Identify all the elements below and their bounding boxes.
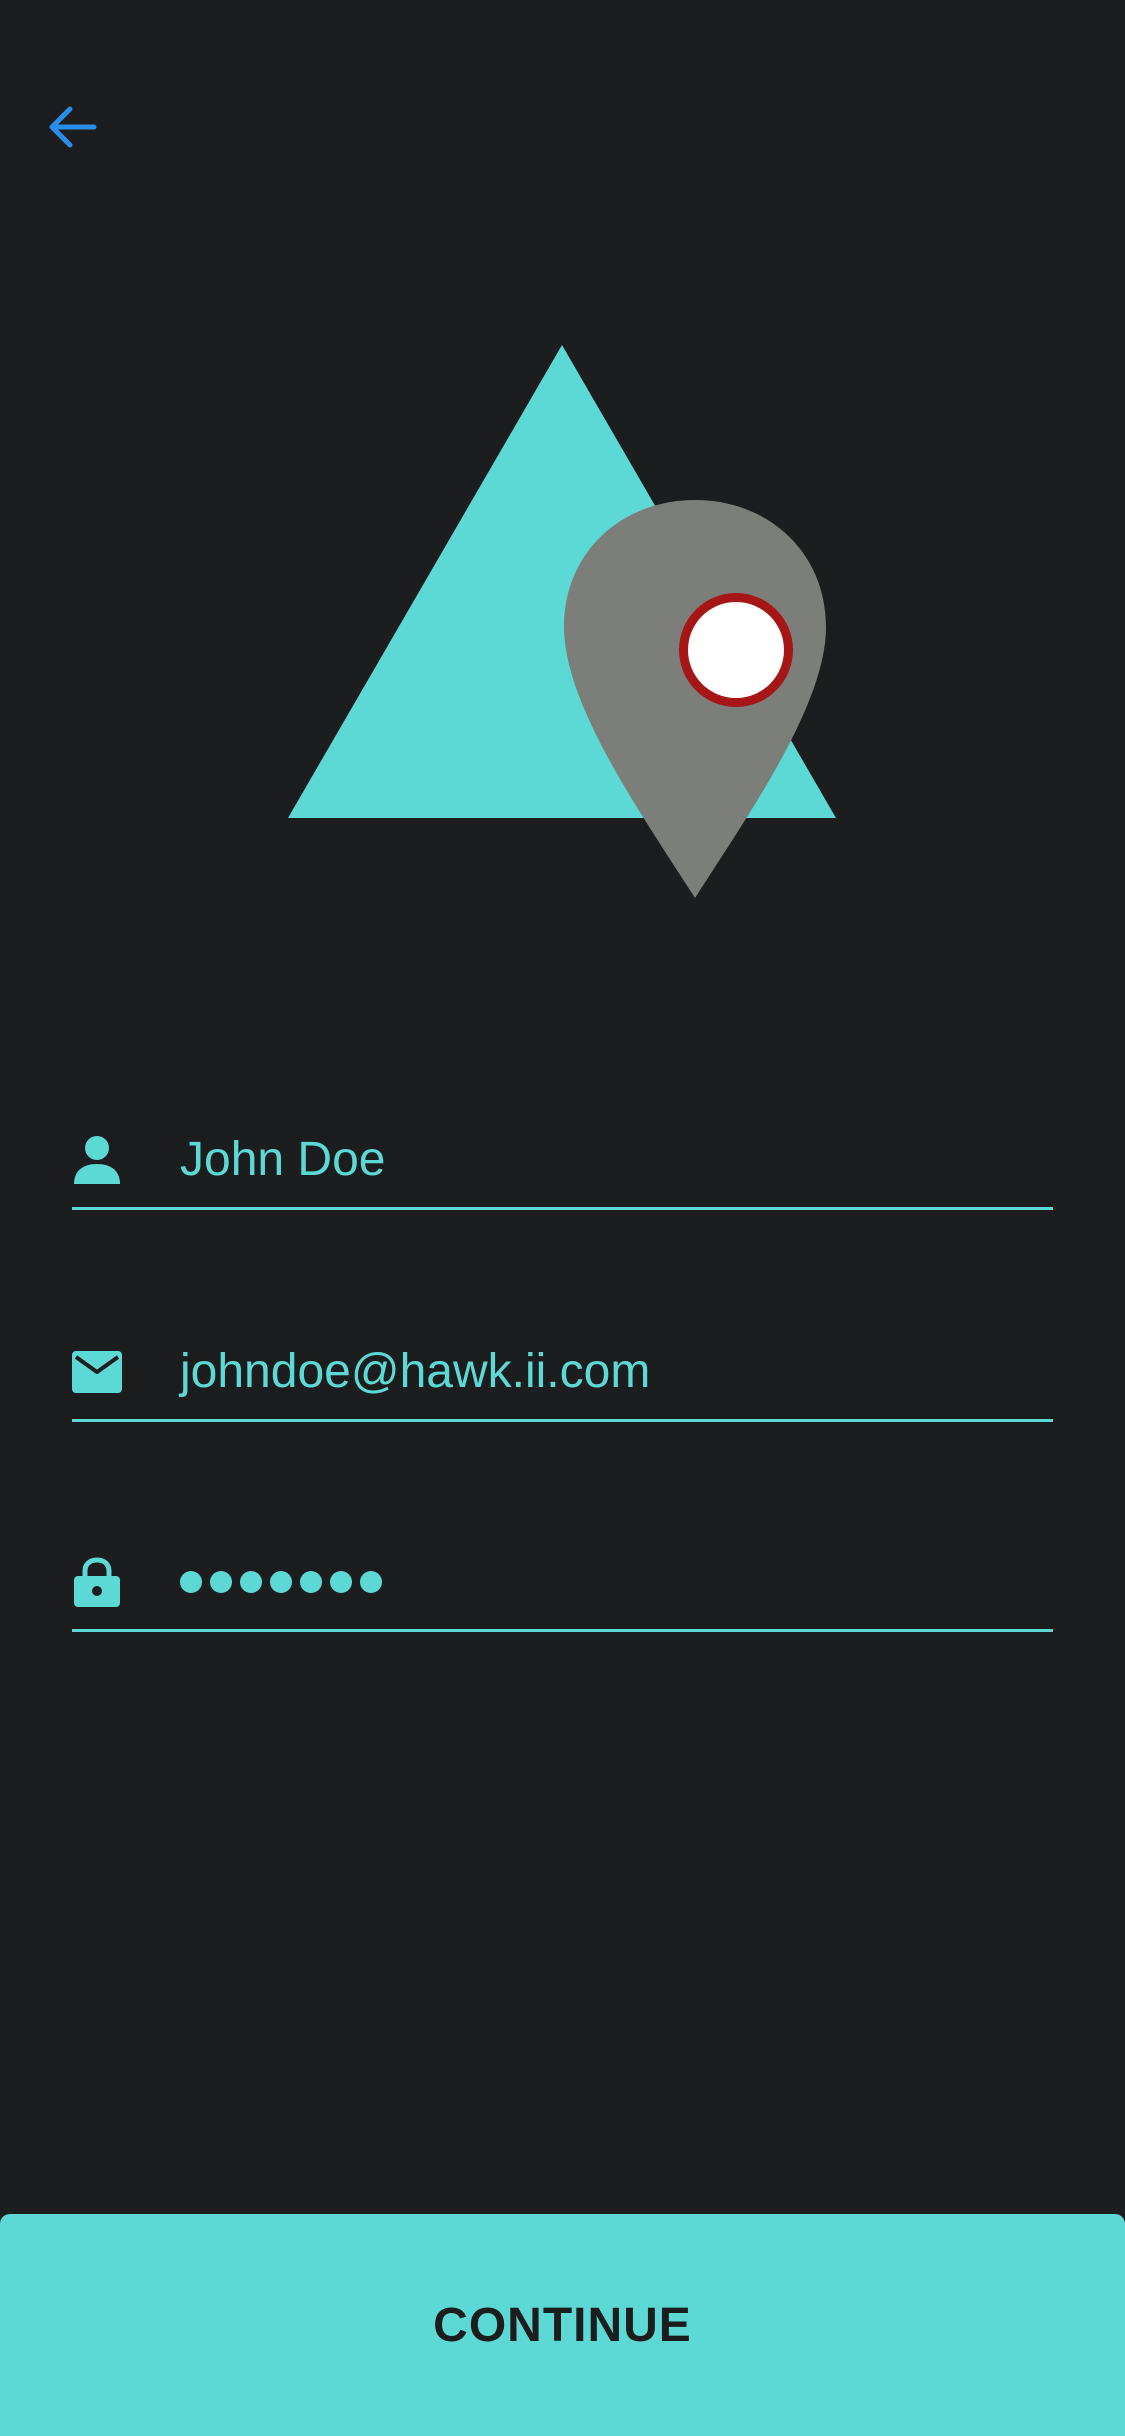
arrow-left-icon: [49, 106, 97, 148]
password-dot: [240, 1571, 262, 1593]
password-dot: [330, 1571, 352, 1593]
email-value: johndoe@hawk.ii.com: [180, 1345, 651, 1398]
continue-button[interactable]: CONTINUE: [0, 2214, 1125, 2436]
person-icon: [72, 1110, 122, 1210]
password-value: [180, 1532, 382, 1632]
app-logo: [288, 345, 836, 898]
name-value: John Doe: [180, 1133, 386, 1186]
location-pin-icon: [564, 500, 826, 898]
password-dot: [270, 1571, 292, 1593]
name-field[interactable]: John Doe: [72, 1110, 1053, 1210]
password-dot: [210, 1571, 232, 1593]
password-dot: [180, 1571, 202, 1593]
password-dot: [300, 1571, 322, 1593]
password-dot: [360, 1571, 382, 1593]
lock-icon: [72, 1532, 122, 1632]
password-mask: [180, 1532, 382, 1632]
email-field[interactable]: johndoe@hawk.ii.com: [72, 1322, 1053, 1422]
mail-icon: [72, 1322, 122, 1422]
password-field[interactable]: [72, 1532, 1053, 1632]
continue-label: CONTINUE: [433, 2298, 692, 2352]
back-button[interactable]: [40, 95, 104, 159]
